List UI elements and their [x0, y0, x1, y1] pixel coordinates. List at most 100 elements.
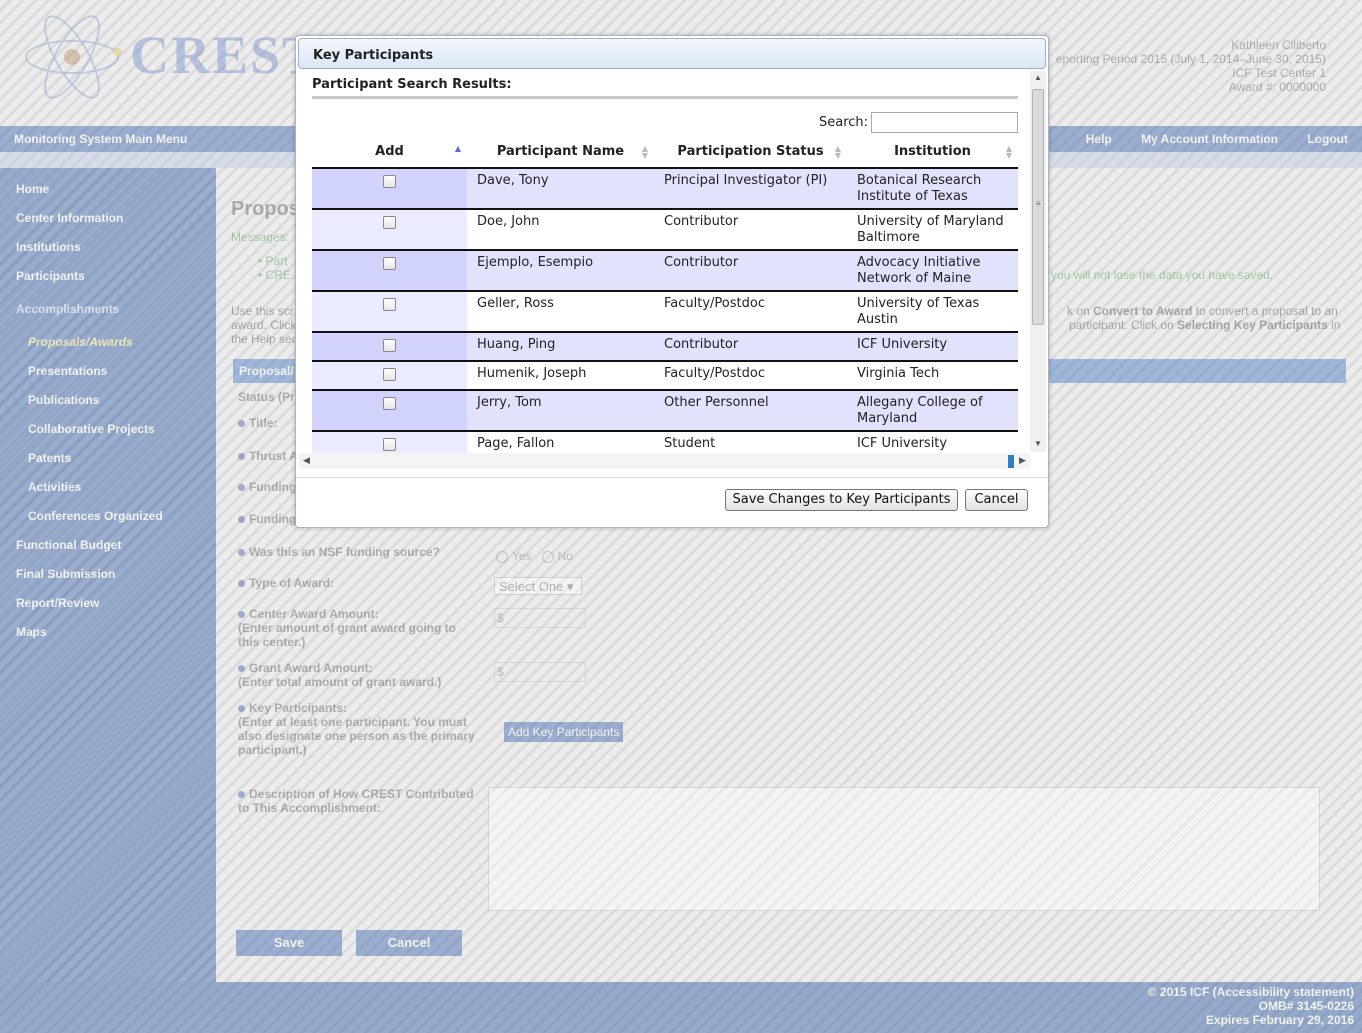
table-row: Jerry, Tom Other Personnel Allegany Coll…: [312, 390, 1018, 432]
sidebar-item-home[interactable]: Home: [16, 182, 49, 196]
sidebar-item-center-information[interactable]: Center Information: [16, 211, 123, 225]
column-header-participant-name[interactable]: Participant Name ▲ ▼: [467, 136, 654, 169]
yes-radio[interactable]: [496, 550, 508, 563]
sidebar-item-conferences-organized[interactable]: Conferences Organized: [28, 509, 163, 523]
sidebar-item-activities[interactable]: Activities: [28, 480, 81, 494]
intro-line: award. Click: [231, 318, 297, 332]
convert-to-award-term: Convert to Award: [1093, 304, 1193, 318]
yes-label: Yes: [512, 549, 532, 563]
sidebar-item-functional-budget[interactable]: Functional Budget: [16, 538, 121, 552]
intro-line: Use this scr: [231, 304, 294, 318]
message-text: you will not lose the data you have save…: [1051, 268, 1274, 282]
no-radio[interactable]: [541, 550, 554, 563]
scroll-right-arrow-icon[interactable]: ▶: [1019, 455, 1026, 466]
sort-ascending-icon: ▲: [454, 144, 461, 153]
add-checkbox[interactable]: [383, 339, 396, 352]
add-checkbox[interactable]: [383, 397, 396, 410]
help-link[interactable]: Help: [1086, 132, 1112, 146]
add-checkbox[interactable]: [383, 368, 396, 381]
participation-status: Principal Investigator (PI): [654, 168, 847, 210]
participation-status: Contributor: [654, 250, 847, 292]
vertical-scrollbar[interactable]: ▲ ≡ ▼: [1030, 71, 1046, 452]
sort-icon: ▲ ▼: [641, 144, 648, 160]
funding-label: Funding: [238, 480, 296, 494]
participant-name: Ejemplo, Esempio: [467, 250, 654, 292]
horizontal-scrollbar[interactable]: ◀ ▶: [299, 453, 1030, 469]
title-label: Title:: [238, 416, 277, 430]
grant-award-amount-label: Grant Award Amount: (Enter total amount o…: [238, 661, 442, 689]
sidebar-item-institutions[interactable]: Institutions: [16, 240, 81, 254]
status-label: Status (Pr: [238, 390, 295, 404]
add-key-participants-button[interactable]: Add Key Participants: [504, 722, 624, 742]
participation-status: Contributor: [654, 209, 847, 251]
dialog-body: Participant Search Results: Search: Add ▲…: [299, 71, 1048, 462]
column-header-institution[interactable]: Institution ▲ ▼: [847, 136, 1018, 169]
sidebar-item-final-submission[interactable]: Final Submission: [16, 567, 115, 581]
save-button[interactable]: Save: [236, 930, 342, 956]
institution: Botanical Research Institute of Texas: [847, 168, 1018, 210]
institution: Virginia Tech: [847, 361, 1018, 391]
user-name: Kathleen Ciliberto: [1231, 38, 1326, 52]
dialog-title: Key Participants: [313, 48, 434, 63]
award-number: Award #: 0000000: [1228, 80, 1326, 94]
expiration-date: Expires February 29, 2016: [1205, 1013, 1354, 1027]
scrollbar-thumb[interactable]: ≡: [1032, 89, 1044, 325]
cancel-button[interactable]: Cancel: [356, 930, 462, 956]
search-input[interactable]: [871, 112, 1018, 133]
intro-fragment: in: [1327, 318, 1341, 332]
table-row: Ejemplo, Esempio Contributor Advocacy In…: [312, 250, 1018, 292]
add-checkbox[interactable]: [383, 257, 396, 270]
participant-name: Doe, John: [467, 209, 654, 251]
scroll-left-arrow-icon[interactable]: ◀: [303, 455, 310, 466]
dialog-footer-divider: [296, 477, 1048, 478]
participation-status: Contributor: [654, 332, 847, 362]
add-checkbox[interactable]: [383, 298, 396, 311]
my-account-link[interactable]: My Account Information: [1141, 132, 1278, 146]
participation-status: Other Personnel: [654, 390, 847, 432]
sidebar-item-publications[interactable]: Publications: [28, 393, 99, 407]
user-info: Kathleen Ciliberto eporting Period 2015 …: [1056, 38, 1326, 94]
messages-list: • Part • CRE: [258, 254, 291, 282]
participant-name: Geller, Ross: [467, 291, 654, 333]
add-checkbox[interactable]: [383, 175, 396, 188]
table-row: Huang, Ping Contributor ICF University: [312, 332, 1018, 362]
footer: © 2015 ICF (Accessibility statement) OMB…: [0, 982, 1362, 1033]
key-participants-dialog: Key Participants Participant Search Resu…: [295, 35, 1049, 528]
add-checkbox[interactable]: [383, 216, 396, 229]
description-textarea[interactable]: [488, 787, 1320, 911]
sidebar-item-patents[interactable]: Patents: [28, 451, 71, 465]
type-of-award-label: Type of Award:: [238, 576, 334, 590]
sidebar-item-accomplishments[interactable]: Accomplishments: [16, 302, 119, 316]
scroll-down-arrow-icon[interactable]: ▼: [1034, 439, 1042, 448]
sidebar-item-collaborative-projects[interactable]: Collaborative Projects: [28, 422, 155, 436]
crest-logo-icon: [25, 15, 122, 99]
scroll-up-arrow-icon[interactable]: ▲: [1034, 73, 1042, 82]
grip-icon: ≡: [1036, 199, 1041, 208]
dialog-titlebar[interactable]: Key Participants: [298, 38, 1046, 69]
type-of-award-select[interactable]: Select One ▾: [494, 577, 582, 595]
grant-award-amount-input[interactable]: $: [494, 662, 586, 682]
intro-fragment: k on: [1067, 304, 1094, 318]
copyright-text[interactable]: © 2015 ICF (Accessibility statement): [8, 985, 1354, 999]
results-divider: [312, 96, 1018, 99]
add-checkbox[interactable]: [383, 438, 396, 451]
messages-label: Messages:: [231, 230, 290, 244]
scrollbar-thumb[interactable]: [1008, 455, 1014, 468]
dialog-cancel-button[interactable]: Cancel: [965, 489, 1028, 511]
intro-fragment: participant. Click on: [1069, 318, 1178, 332]
column-header-participation-status[interactable]: Participation Status ▲ ▼: [654, 136, 847, 169]
main-menu-link[interactable]: Monitoring System Main Menu: [14, 132, 187, 146]
center-award-amount-input[interactable]: $: [494, 608, 586, 628]
sidebar-item-report-review[interactable]: Report/Review: [16, 596, 99, 610]
sidebar-item-maps[interactable]: Maps: [16, 625, 47, 639]
funding-label: Funding: [238, 512, 296, 526]
column-header-add[interactable]: Add ▲: [312, 136, 467, 169]
sort-icon: ▲ ▼: [834, 144, 841, 160]
results-label: Participant Search Results:: [312, 77, 512, 92]
logout-link[interactable]: Logout: [1307, 132, 1348, 146]
selecting-key-participants-term: Selecting Key Participants: [1177, 318, 1328, 332]
save-changes-button[interactable]: Save Changes to Key Participants: [725, 489, 958, 511]
sidebar-item-participants[interactable]: Participants: [16, 269, 85, 283]
sidebar-item-presentations[interactable]: Presentations: [28, 364, 107, 378]
sidebar-item-proposals-awards[interactable]: Proposals/Awards: [28, 335, 133, 349]
